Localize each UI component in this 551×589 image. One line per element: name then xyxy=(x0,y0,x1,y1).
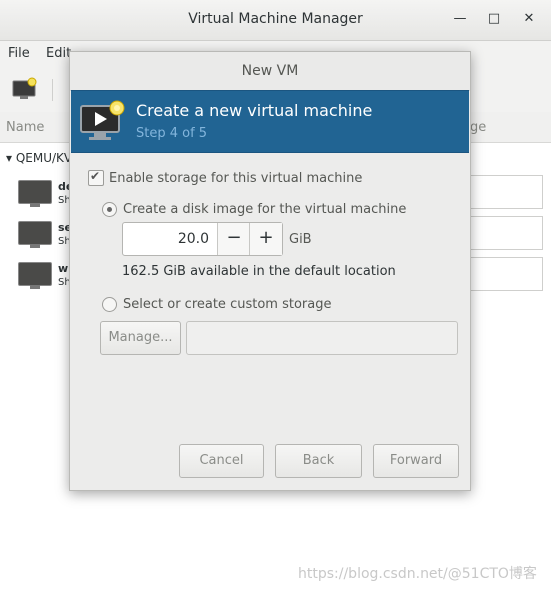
toolbar-separator xyxy=(52,79,53,101)
name-column-header[interactable]: Name xyxy=(6,120,44,135)
custom-storage-radio[interactable] xyxy=(102,297,117,312)
custom-storage-label[interactable]: Select or create custom storage xyxy=(123,297,331,312)
disk-unit: GiB xyxy=(289,232,312,247)
cancel-button[interactable]: Cancel xyxy=(179,444,264,478)
enable-storage-label[interactable]: Enable storage for this virtual machine xyxy=(109,171,362,186)
usage-graph xyxy=(468,257,543,291)
disk-size-value[interactable]: 20.0 xyxy=(123,231,209,247)
vm-monitor-icon xyxy=(18,262,52,289)
banner-title: Create a new virtual machine xyxy=(136,101,373,120)
back-button[interactable]: Back xyxy=(275,444,362,478)
main-window-title: Virtual Machine Manager xyxy=(188,11,363,27)
create-disk-label[interactable]: Create a disk image for the virtual mach… xyxy=(123,202,406,217)
vm-monitor-icon xyxy=(18,180,52,207)
main-titlebar: Virtual Machine Manager — □ ✕ xyxy=(0,0,551,41)
usage-graph xyxy=(468,216,543,250)
dialog-title: New VM xyxy=(70,52,470,91)
new-vm-icon xyxy=(80,100,125,140)
usage-graph xyxy=(468,175,543,209)
vm-monitor-icon xyxy=(18,221,52,248)
forward-button[interactable]: Forward xyxy=(373,444,459,478)
menu-file[interactable]: File xyxy=(8,46,30,61)
manage-button[interactable]: Manage... xyxy=(100,321,181,355)
custom-storage-path-field[interactable] xyxy=(186,321,458,355)
available-space-text: 162.5 GiB available in the default locat… xyxy=(122,264,396,279)
enable-storage-checkbox[interactable] xyxy=(88,169,104,186)
new-vm-icon[interactable] xyxy=(12,77,38,101)
new-vm-dialog: New VM Create a new virtual machine Step… xyxy=(69,51,471,491)
watermark: https://blog.csdn.net/@51CTO博客 xyxy=(298,566,537,582)
vm-name: w xyxy=(58,262,69,275)
decrement-button[interactable]: − xyxy=(217,223,250,255)
wizard-banner: Create a new virtual machine Step 4 of 5 xyxy=(71,90,469,153)
create-disk-radio[interactable] xyxy=(102,202,117,217)
minimize-button[interactable]: — xyxy=(452,10,468,28)
close-button[interactable]: ✕ xyxy=(521,10,537,28)
banner-step: Step 4 of 5 xyxy=(136,126,208,141)
menu-edit[interactable]: Edit xyxy=(46,46,71,61)
increment-button[interactable]: + xyxy=(249,223,282,255)
maximize-button[interactable]: □ xyxy=(486,10,502,28)
disk-size-stepper[interactable]: 20.0 − + xyxy=(122,222,283,256)
usage-column-header[interactable]: ge xyxy=(470,120,486,135)
